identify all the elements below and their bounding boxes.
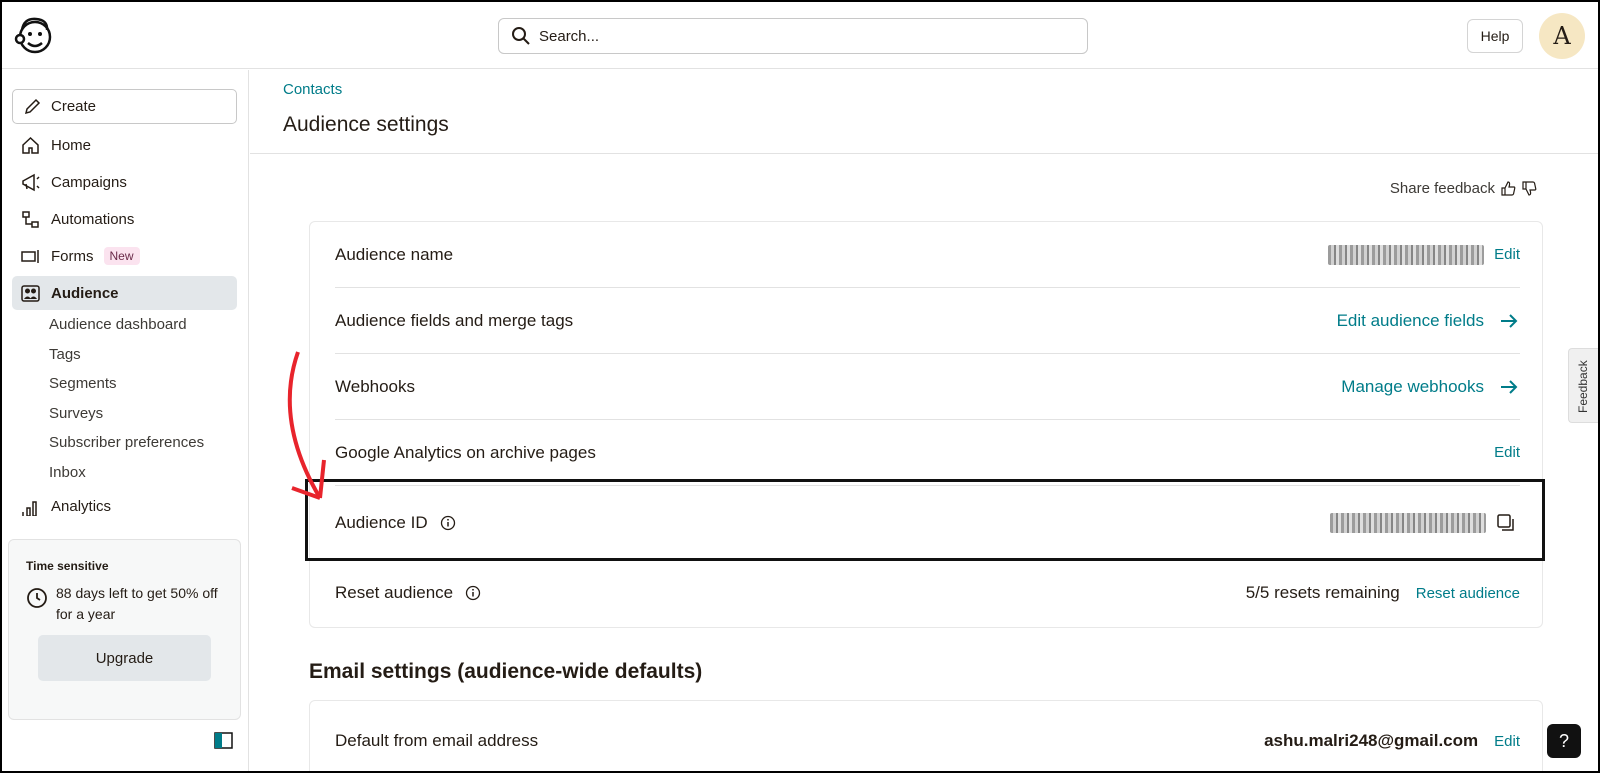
row-label: Google Analytics on archive pages [335,442,596,462]
row-label: Audience fields and merge tags [335,310,574,330]
sidebar-item-label: Forms [51,247,94,265]
row-label: Webhooks [335,376,416,396]
edit-audience-fields-link[interactable]: Edit audience fields [1337,310,1520,332]
audience-settings-card: Audience name Edit Audience fields and m… [309,221,1543,628]
link-label: Edit audience fields [1336,310,1484,330]
main-content: Contacts Audience settings Share feedbac… [250,70,1600,773]
search-placeholder: Search... [539,27,600,45]
sidebar-subitem-subscriber-preferences[interactable]: Subscriber preferences [49,434,204,451]
search-icon [512,27,530,45]
row-reset-audience: Reset audience 5/5 resets remaining Rese… [335,560,1520,626]
avatar[interactable]: A [1539,13,1585,59]
mailchimp-logo-icon[interactable] [14,14,54,56]
thumbs-up-icon[interactable] [1501,181,1516,196]
default-email-value: ashu.malri248@gmail.com [1264,731,1479,750]
sidebar-item-label: Audience [51,284,119,302]
feedback-tab[interactable]: Feedback [1568,348,1598,423]
arrow-right-icon [1501,313,1518,328]
create-button[interactable]: Create [12,89,237,124]
sidebar-subitem-surveys[interactable]: Surveys [49,405,103,422]
row-merge-tags: Audience fields and merge tags Edit audi… [335,288,1520,354]
manage-webhooks-link[interactable]: Manage webhooks [1341,376,1520,398]
page-title: Audience settings [283,113,449,136]
home-icon [22,136,39,154]
collapse-sidebar-icon[interactable] [214,732,233,749]
sidebar-item-audience[interactable]: Audience [12,276,237,310]
sidebar: Create Home Campaigns Automations Forms … [0,70,249,773]
resets-remaining: 5/5 resets remaining [1245,583,1400,602]
row-audience-id: Audience ID [335,486,1520,560]
redacted-value [1328,244,1485,265]
sidebar-item-home[interactable]: Home [12,128,237,162]
info-icon[interactable] [465,585,481,601]
promo-title: Time sensitive [26,559,109,573]
row-label: Default from email address [335,731,539,750]
copy-icon[interactable] [1496,513,1516,533]
megaphone-icon [22,173,40,191]
help-button[interactable]: Help [1467,19,1523,53]
row-audience-name: Audience name Edit [335,222,1520,288]
edit-google-analytics-link[interactable]: Edit [1494,444,1520,461]
sidebar-item-label: Campaigns [51,173,127,191]
feedback-tab-label: Feedback [1576,360,1590,413]
new-badge: New [103,247,140,265]
arrow-right-icon [1501,379,1518,394]
link-label: Manage webhooks [1341,376,1484,396]
sidebar-item-automations[interactable]: Automations [12,202,237,236]
breadcrumb[interactable]: Contacts [283,81,342,98]
sidebar-item-label: Home [51,136,92,154]
edit-audience-name-link[interactable]: Edit [1494,246,1520,263]
thumbs-down-icon[interactable] [1522,181,1537,196]
forms-icon [21,249,39,263]
sidebar-subitem-audience-dashboard[interactable]: Audience dashboard [49,316,187,333]
row-label: Audience name [335,244,454,264]
row-google-analytics: Google Analytics on archive pages Edit [335,420,1520,486]
upgrade-button[interactable]: Upgrade [38,635,211,681]
sidebar-item-forms[interactable]: Forms New [12,239,237,273]
row-default-from-email: Default from email address ashu.malri248… [335,721,1520,761]
row-label: Reset audience [335,583,454,602]
pencil-icon [24,98,41,114]
share-feedback: Share feedback [1390,180,1537,197]
automation-icon [22,210,39,228]
sidebar-subitem-tags[interactable]: Tags [49,346,81,363]
create-label: Create [51,98,97,115]
row-webhooks: Webhooks Manage webhooks [335,354,1520,420]
sidebar-item-label: Automations [51,210,135,228]
edit-default-email-link[interactable]: Edit [1494,733,1520,750]
share-feedback-label: Share feedback [1389,180,1495,197]
search-input[interactable]: Search... [498,18,1088,54]
section-title-email-settings: Email settings (audience-wide defaults) [309,660,703,683]
analytics-icon [22,501,37,516]
clock-icon [27,588,47,608]
redacted-audience-id [1330,512,1486,533]
top-bar: Search... Help A [0,0,1600,69]
reset-audience-link[interactable]: Reset audience [1416,585,1520,602]
sidebar-subitem-inbox[interactable]: Inbox [49,464,86,481]
sidebar-item-campaigns[interactable]: Campaigns [12,165,237,199]
promo-card: Time sensitive 88 days left to get 50% o… [8,539,241,720]
row-label: Audience ID [335,512,428,532]
email-settings-card: Default from email address ashu.malri248… [309,700,1543,773]
divider [250,153,1600,154]
sidebar-subitem-segments[interactable]: Segments [49,375,117,392]
audience-icon [21,284,40,302]
promo-text: 88 days left to get 50% off for a year [56,585,218,622]
help-fab-button[interactable]: ? [1547,724,1581,758]
info-icon[interactable] [440,515,456,531]
sidebar-item-analytics[interactable]: Analytics [12,490,237,516]
sidebar-item-label: Analytics [51,498,112,515]
